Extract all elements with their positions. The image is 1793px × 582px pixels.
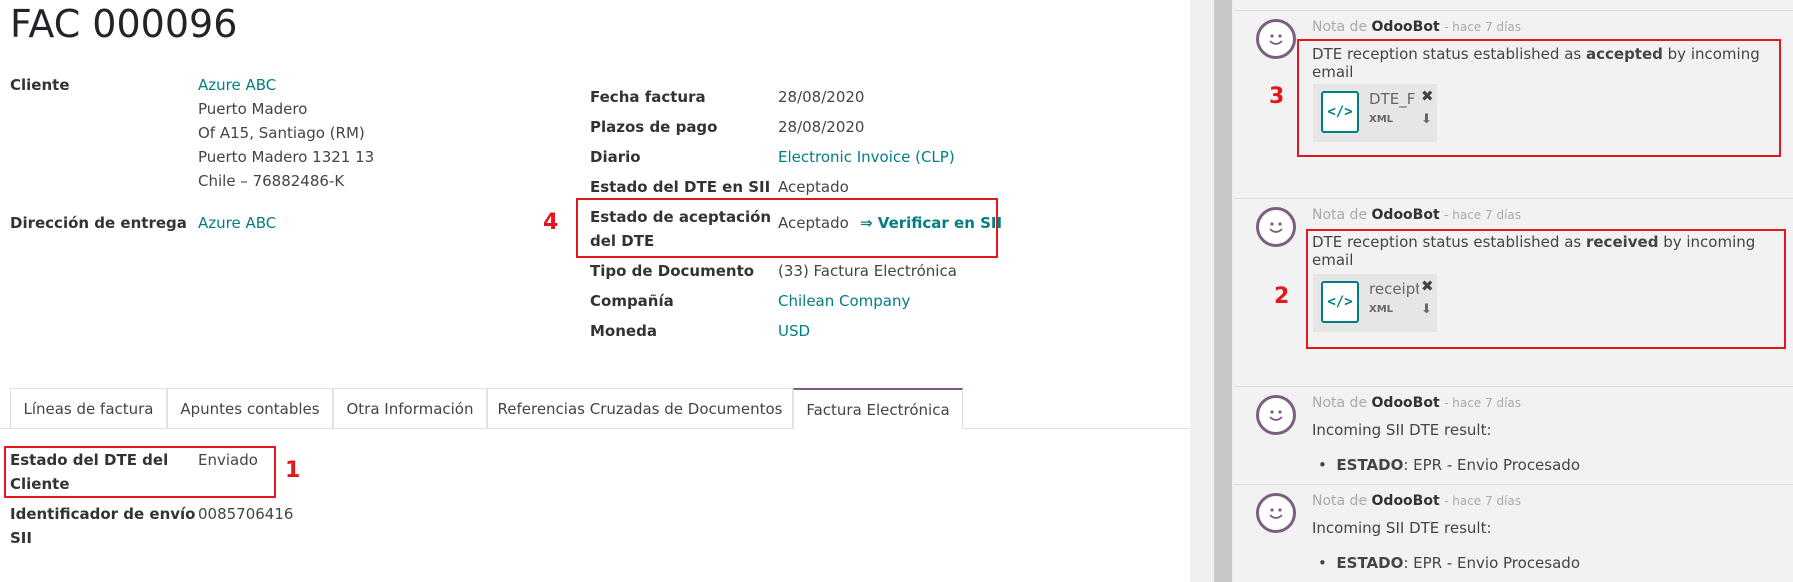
message-prefix: Nota de xyxy=(1312,395,1368,411)
plazos-label: Plazos de pago xyxy=(590,118,718,136)
avatar[interactable] xyxy=(1256,493,1296,533)
tab-factura-electronica[interactable]: Factura Electrónica xyxy=(793,388,963,429)
identificador-label-2: SII xyxy=(10,529,32,547)
estado-label: ESTADO xyxy=(1336,456,1404,474)
cliente-link[interactable]: Azure ABC xyxy=(198,73,276,97)
cliente-label: Cliente xyxy=(10,76,70,94)
annotation-box-3 xyxy=(1297,39,1781,157)
message-time: - hace 7 días xyxy=(1444,20,1522,34)
smiley-icon xyxy=(1269,410,1283,421)
address-line: Puerto Madero 1321 13 xyxy=(198,148,375,166)
annotation-number-3: 3 xyxy=(1269,84,1285,109)
estado-value: : EPR - Envio Procesado xyxy=(1403,456,1580,474)
moneda-link[interactable]: USD xyxy=(778,319,810,343)
avatar[interactable] xyxy=(1256,19,1296,59)
message-author[interactable]: OdooBot xyxy=(1372,207,1440,223)
message-time: - hace 7 días xyxy=(1444,396,1522,410)
message-separator xyxy=(1234,386,1793,387)
panel-divider[interactable] xyxy=(1214,0,1232,582)
plazos-value: 28/08/2020 xyxy=(778,118,865,136)
message-body: Incoming SII DTE result: xyxy=(1312,421,1492,439)
message-author[interactable]: OdooBot xyxy=(1372,493,1440,509)
annotation-box-4 xyxy=(576,198,998,258)
identificador-label: Identificador de envío xyxy=(10,505,196,523)
estado-value: : EPR - Envio Procesado xyxy=(1403,554,1580,572)
address-line: Chile – 76882486-K xyxy=(198,172,345,190)
moneda-label: Moneda xyxy=(590,322,657,340)
diario-label: Diario xyxy=(590,148,641,166)
message-separator xyxy=(1234,10,1793,11)
entrega-link[interactable]: Azure ABC xyxy=(198,211,276,235)
message-header: Nota de OdooBot - hace 7 días xyxy=(1312,207,1521,223)
tipo-value: (33) Factura Electrónica xyxy=(778,262,957,280)
estado-sii-value: Aceptado xyxy=(778,178,849,196)
message-separator xyxy=(1234,198,1793,199)
estado-sii-label: Estado del DTE en SII xyxy=(590,178,771,196)
tab-apuntes-contables[interactable]: Apuntes contables xyxy=(167,388,333,428)
smiley-icon xyxy=(1269,34,1283,45)
annotation-box-1 xyxy=(4,446,276,498)
compania-label: Compañía xyxy=(590,292,674,310)
tab-lineas-factura[interactable]: Líneas de factura xyxy=(10,388,167,428)
avatar[interactable] xyxy=(1256,395,1296,435)
compania-link[interactable]: Chilean Company xyxy=(778,289,910,313)
address-line: Puerto Madero xyxy=(198,100,308,118)
page-title: FAC 000096 xyxy=(10,2,238,46)
message-separator xyxy=(1234,484,1793,485)
smiley-icon xyxy=(1269,222,1283,233)
fecha-label: Fecha factura xyxy=(590,88,706,106)
tab-referencias-cruzadas[interactable]: Referencias Cruzadas de Documentos xyxy=(487,388,793,428)
estado-label: ESTADO xyxy=(1336,554,1404,572)
message-prefix: Nota de xyxy=(1312,19,1368,35)
fecha-value: 28/08/2020 xyxy=(778,88,865,106)
tab-otra-informacion[interactable]: Otra Información xyxy=(333,388,487,428)
tipo-label: Tipo de Documento xyxy=(590,262,755,280)
message-header: Nota de OdooBot - hace 7 días xyxy=(1312,395,1521,411)
message-time: - hace 7 días xyxy=(1444,494,1522,508)
message-prefix: Nota de xyxy=(1312,493,1368,509)
message-header: Nota de OdooBot - hace 7 días xyxy=(1312,493,1521,509)
smiley-icon xyxy=(1269,508,1283,519)
message-prefix: Nota de xyxy=(1312,207,1368,223)
message-author[interactable]: OdooBot xyxy=(1372,395,1440,411)
message-header: Nota de OdooBot - hace 7 días xyxy=(1312,19,1521,35)
identificador-value: 0085706416 xyxy=(198,505,294,523)
annotation-box-2 xyxy=(1306,229,1786,349)
message-time: - hace 7 días xyxy=(1444,208,1522,222)
message-body: Incoming SII DTE result: xyxy=(1312,519,1492,537)
diario-link[interactable]: Electronic Invoice (CLP) xyxy=(778,145,955,169)
annotation-number-4: 4 xyxy=(543,210,559,235)
message-author[interactable]: OdooBot xyxy=(1372,19,1440,35)
annotation-number-2: 2 xyxy=(1274,284,1290,309)
address-line: Of A15, Santiago (RM) xyxy=(198,124,365,142)
list-item: • ESTADO: EPR - Envio Procesado xyxy=(1318,554,1580,572)
invoice-form: FAC 000096 Cliente Azure ABC Puerto Made… xyxy=(0,0,1190,582)
list-item: • ESTADO: EPR - Envio Procesado xyxy=(1318,456,1580,474)
entrega-label: Dirección de entrega xyxy=(10,214,187,232)
avatar[interactable] xyxy=(1256,207,1296,247)
annotation-number-1: 1 xyxy=(285,458,301,483)
